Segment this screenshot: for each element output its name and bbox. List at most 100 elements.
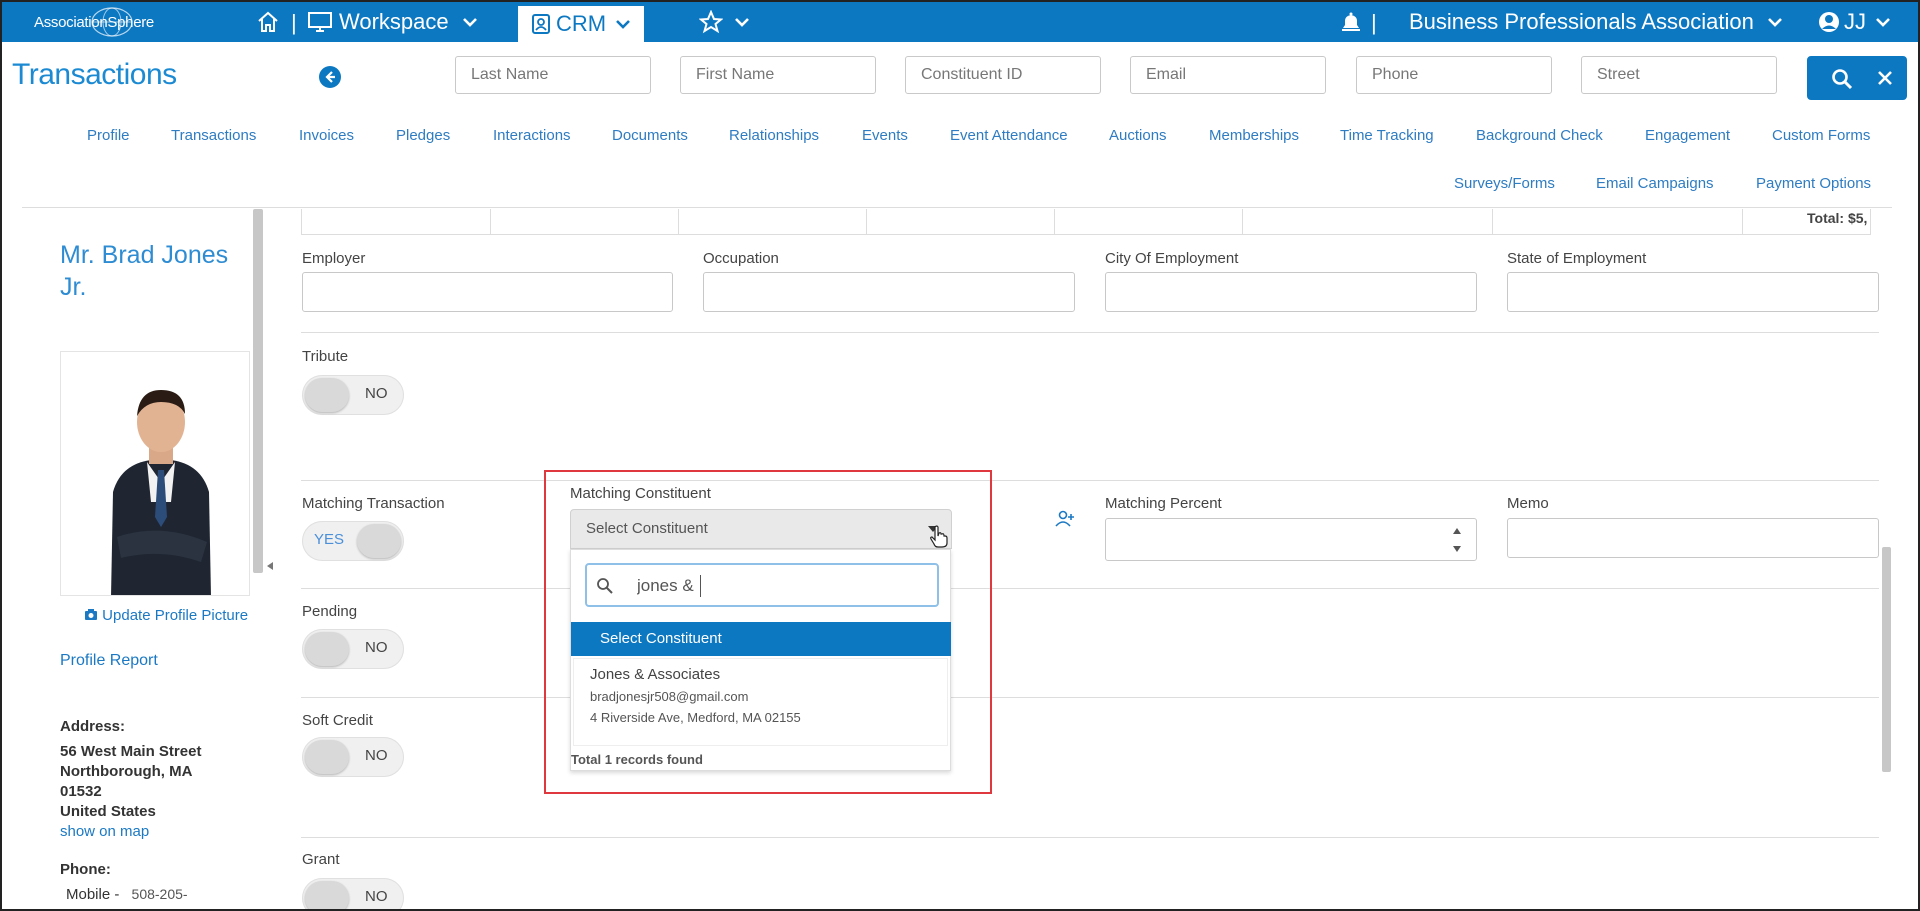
profile-photo — [60, 351, 250, 596]
organization-selector[interactable]: Business Professionals Association — [1409, 2, 1784, 42]
tab-engagement[interactable]: Engagement — [1645, 127, 1730, 144]
profile-name: Mr. Brad Jones Jr. — [60, 241, 229, 301]
show-on-map-link[interactable]: show on map — [60, 823, 149, 840]
tab-event-attendance[interactable]: Event Attendance — [950, 127, 1068, 144]
workspace-menu[interactable]: Workspace — [307, 2, 479, 42]
tab-documents[interactable]: Documents — [612, 127, 688, 144]
crm-label: CRM — [556, 11, 607, 36]
occupation-field[interactable] — [703, 272, 1075, 312]
tab-memberships[interactable]: Memberships — [1209, 127, 1299, 144]
crm-menu[interactable]: CRM — [518, 6, 644, 42]
search-icon — [597, 578, 613, 594]
employer-field[interactable] — [302, 272, 673, 312]
constituent-id-search-input[interactable] — [905, 56, 1101, 94]
star-icon — [699, 10, 723, 34]
last-name-search-input[interactable] — [455, 56, 651, 94]
main-scrollbar[interactable] — [1882, 547, 1891, 772]
grant-toggle[interactable]: NO — [302, 878, 404, 909]
divider — [301, 697, 1879, 698]
logo-text: AssociationSphere — [34, 14, 154, 31]
street-search-input[interactable] — [1581, 56, 1777, 94]
top-navigation-bar: AssociationSphere | Workspace CRM | Busi… — [2, 2, 1918, 42]
sidebar-scrollbar[interactable] — [253, 209, 263, 573]
phone-search-input[interactable] — [1356, 56, 1552, 94]
back-arrow-icon[interactable] — [319, 66, 341, 88]
number-stepper-icon[interactable] — [1451, 524, 1463, 556]
memo-label: Memo — [1507, 495, 1549, 512]
user-avatar-icon — [1819, 12, 1839, 32]
chevron-down-icon — [616, 20, 631, 29]
toggle-state: NO — [365, 888, 388, 905]
toggle-state: NO — [365, 747, 388, 764]
search-icon[interactable] — [1831, 68, 1853, 90]
dropdown-search-input[interactable] — [637, 574, 917, 598]
tab-email-campaigns[interactable]: Email Campaigns — [1596, 175, 1714, 192]
divider — [301, 332, 1879, 333]
memo-field[interactable] — [1507, 518, 1879, 558]
city-of-employment-field[interactable] — [1105, 272, 1477, 312]
tab-transactions[interactable]: Transactions — [171, 127, 256, 144]
notifications-bell-icon[interactable] — [1339, 2, 1363, 42]
tab-payment-options[interactable]: Payment Options — [1756, 175, 1871, 192]
result-email: bradjonesjr508@gmail.com — [590, 689, 749, 704]
update-profile-picture-link[interactable]: Update Profile Picture — [84, 607, 248, 624]
tab-auctions[interactable]: Auctions — [1109, 127, 1167, 144]
tab-custom-forms[interactable]: Custom Forms — [1772, 127, 1870, 144]
grid-top-edge: Total: $5, — [301, 209, 1871, 235]
user-initials: JJ — [1844, 9, 1866, 34]
tab-invoices[interactable]: Invoices — [299, 127, 354, 144]
dropdown-option-jones-associates[interactable]: Jones & Associates bradjonesjr508@gmail.… — [573, 658, 948, 746]
phone-type: Mobile - — [66, 886, 120, 903]
tribute-toggle[interactable]: NO — [302, 375, 404, 415]
dropdown-option-select-constituent[interactable]: Select Constituent — [571, 622, 951, 656]
tab-pledges[interactable]: Pledges — [396, 127, 450, 144]
employer-label: Employer — [302, 250, 366, 267]
update-profile-picture-label: Update Profile Picture — [102, 607, 249, 624]
result-name: Jones & Associates — [590, 666, 721, 683]
organization-name: Business Professionals Association — [1409, 9, 1754, 34]
profile-report-link[interactable]: Profile Report — [60, 652, 158, 670]
chevron-down-icon — [462, 18, 477, 27]
soft-credit-toggle[interactable]: NO — [302, 737, 404, 777]
result-address: 4 Riverside Ave, Medford, MA 02155 — [590, 710, 801, 725]
address-label: Address: — [60, 718, 126, 735]
first-name-search-input[interactable] — [680, 56, 876, 94]
tab-interactions[interactable]: Interactions — [493, 127, 571, 144]
select-placeholder: Select Constituent — [586, 520, 708, 537]
page-title: Transactions — [12, 58, 177, 91]
camera-icon — [85, 609, 97, 620]
search-button-group — [1807, 56, 1907, 100]
tab-time-tracking[interactable]: Time Tracking — [1340, 127, 1434, 144]
home-icon[interactable] — [256, 2, 280, 42]
tab-surveys-forms[interactable]: Surveys/Forms — [1454, 175, 1555, 192]
soft-credit-label: Soft Credit — [302, 712, 373, 729]
divider — [301, 837, 1879, 838]
favorites-menu[interactable] — [699, 2, 751, 42]
matching-constituent-select[interactable]: Select Constituent — [570, 509, 952, 549]
email-search-input[interactable] — [1130, 56, 1326, 94]
collapse-arrow-icon[interactable] — [266, 561, 274, 571]
divider — [301, 480, 1879, 481]
matching-transaction-toggle[interactable]: YES — [302, 521, 404, 561]
contact-card-icon — [532, 14, 550, 34]
state-of-employment-field[interactable] — [1507, 272, 1879, 312]
pending-label: Pending — [302, 603, 358, 620]
tab-relationships[interactable]: Relationships — [729, 127, 819, 144]
phone-label: Phone: — [60, 861, 111, 878]
city-of-employment-label: City Of Employment — [1105, 250, 1239, 267]
tab-events[interactable]: Events — [862, 127, 908, 144]
tab-profile[interactable]: Profile — [87, 127, 130, 144]
pending-toggle[interactable]: NO — [302, 629, 404, 669]
toggle-state: YES — [314, 531, 345, 548]
divider — [301, 588, 1879, 589]
address-line-1: 56 West Main Street — [60, 743, 202, 760]
user-menu[interactable]: JJ — [1818, 2, 1892, 42]
close-icon[interactable] — [1877, 70, 1893, 86]
association-sphere-logo[interactable]: AssociationSphere — [24, 6, 154, 38]
phone-entry: Mobile - 508-205- — [66, 886, 188, 903]
matching-percent-field[interactable] — [1105, 518, 1477, 561]
add-user-icon[interactable] — [1055, 510, 1075, 528]
address-line-3: 01532 — [60, 783, 102, 800]
occupation-label: Occupation — [703, 250, 779, 267]
tab-background-check[interactable]: Background Check — [1476, 127, 1603, 144]
